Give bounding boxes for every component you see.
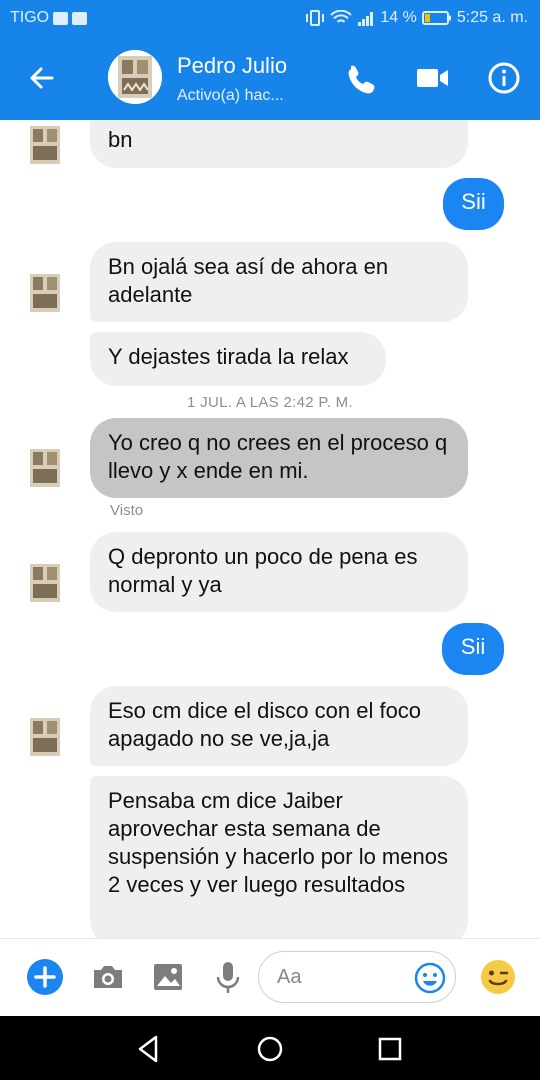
avatar-photo: [20, 443, 70, 493]
status-bar-left: TIGO: [10, 9, 88, 27]
incoming-message-selected[interactable]: Yo creo q no crees en el proceso q llevo…: [90, 418, 468, 498]
sender-avatar: [20, 120, 70, 170]
camera-icon: [94, 966, 122, 988]
facebook-notification-icon: [72, 11, 88, 25]
gallery-button[interactable]: [148, 957, 188, 997]
message-text: Yo creo q no crees en el proceso q llevo…: [108, 430, 448, 483]
plus-circle-icon: [27, 959, 63, 995]
signal-icon: [358, 12, 374, 26]
avatar-photo: [20, 120, 70, 170]
incoming-message[interactable]: Q depronto un poco de pena es normal y y…: [90, 532, 468, 612]
avatar-photo: [20, 558, 70, 608]
message-text: Bn ojalá sea así de ahora en adelante: [108, 254, 389, 307]
conversation-header: Pedro Julio Activo(a) hac...: [0, 36, 540, 120]
incoming-message[interactable]: Y dejastes tirada la relax: [90, 332, 386, 386]
message-composer: Aa: [0, 938, 540, 1016]
wink-emoji-icon: [481, 960, 515, 994]
outgoing-message[interactable]: Sii: [443, 178, 504, 230]
incoming-message[interactable]: bn: [90, 120, 468, 168]
battery-percent: 14 %: [380, 9, 417, 26]
avatar-photo: [20, 268, 70, 318]
time-divider: 1 JUL. A LAS 2:42 P. M.: [187, 394, 353, 411]
call-button[interactable]: [340, 58, 380, 98]
vibrate-icon: [306, 10, 325, 26]
message-text: Pensaba cm dice Jaiber aprovechar esta s…: [108, 788, 448, 897]
clock: 5:25 a. m.: [456, 9, 528, 26]
phone-icon: [348, 65, 375, 94]
circle-home-icon: [257, 1036, 283, 1062]
message-input-placeholder: Aa: [277, 966, 302, 988]
message-text: Eso cm dice el disco con el foco apagado…: [108, 698, 422, 751]
image-icon: [154, 964, 182, 990]
status-bar: TIGO 14 % 5:25 a. m.: [0, 0, 540, 36]
seen-receipt: Visto: [110, 502, 144, 519]
system-navigation-bar: [0, 1016, 540, 1080]
incoming-message[interactable]: Pensaba cm dice Jaiber aprovechar esta s…: [90, 776, 468, 938]
youtube-notification-icon: [53, 11, 69, 25]
video-call-button[interactable]: [412, 58, 452, 98]
message-text: Sii: [461, 189, 486, 214]
nav-back-button[interactable]: [132, 1032, 166, 1066]
outgoing-message[interactable]: Sii: [442, 623, 504, 675]
battery-icon: [421, 11, 451, 25]
status-bar-right: 14 % 5:25 a. m.: [305, 9, 528, 27]
message-text: bn: [108, 127, 133, 152]
message-text: Q depronto un poco de pena es normal y y…: [108, 544, 418, 597]
incoming-message[interactable]: Eso cm dice el disco con el foco apagado…: [90, 686, 468, 766]
more-actions-button[interactable]: [25, 957, 65, 997]
nav-recents-button[interactable]: [373, 1032, 407, 1066]
voice-message-button[interactable]: [208, 957, 248, 997]
triangle-back-icon: [138, 1035, 158, 1063]
message-list[interactable]: bn Sii Bn ojalá sea así de ahora en adel…: [0, 120, 540, 938]
send-emoji-button[interactable]: [478, 957, 518, 997]
sender-avatar: [20, 268, 70, 318]
wifi-icon: [330, 10, 353, 23]
incoming-message[interactable]: Bn ojalá sea así de ahora en adelante: [90, 242, 468, 322]
sender-avatar: [20, 712, 70, 762]
message-text: Y dejastes tirada la relax: [108, 344, 349, 369]
contact-name[interactable]: Pedro Julio: [177, 53, 287, 79]
sender-avatar: [20, 558, 70, 608]
contact-status: Activo(a) hac...: [177, 87, 284, 104]
nav-home-button[interactable]: [253, 1032, 287, 1066]
arrow-left-icon: [30, 67, 54, 89]
square-recents-icon: [378, 1037, 402, 1061]
video-camera-icon: [417, 69, 448, 87]
carrier-label: TIGO: [10, 9, 50, 26]
contact-avatar[interactable]: [108, 50, 162, 104]
avatar-photo: [20, 712, 70, 762]
conversation-info-button[interactable]: [484, 58, 524, 98]
sender-avatar: [20, 443, 70, 493]
info-icon: [488, 62, 520, 94]
back-button[interactable]: [22, 58, 62, 98]
avatar-photo: [108, 50, 162, 104]
camera-button[interactable]: [88, 957, 128, 997]
message-input[interactable]: Aa: [258, 951, 456, 1003]
message-text: Sii: [460, 634, 486, 659]
microphone-icon: [216, 962, 240, 993]
smiley-icon[interactable]: [413, 961, 447, 995]
